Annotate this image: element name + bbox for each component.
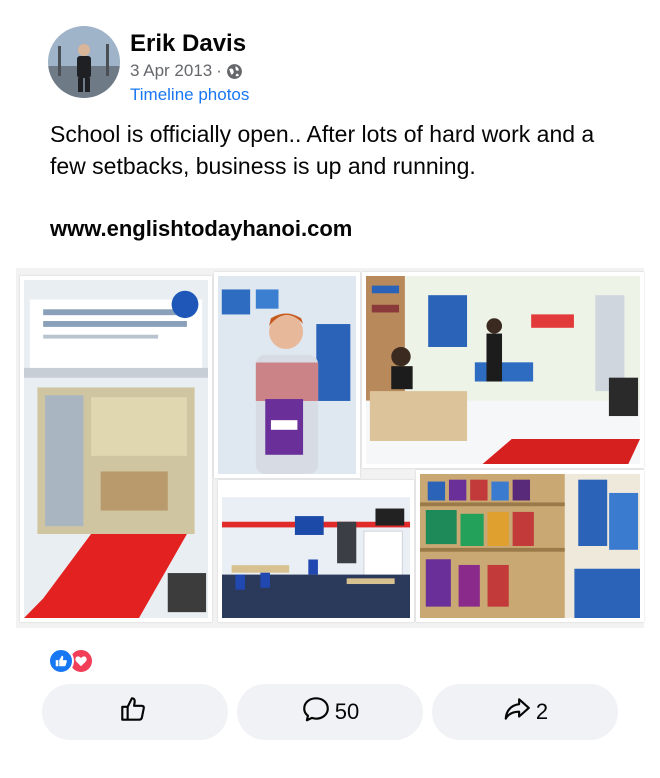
photo-school-entrance[interactable] <box>20 276 212 622</box>
post-meta: 3 Apr 2013 · <box>130 59 249 83</box>
photo-collage[interactable] <box>16 268 644 628</box>
share-icon <box>502 694 536 730</box>
comment-count: 50 <box>334 699 360 724</box>
like-button[interactable] <box>42 684 228 740</box>
author-name[interactable]: Erik Davis <box>130 29 249 59</box>
comment-button[interactable]: 50 <box>237 684 423 740</box>
photo-classroom[interactable] <box>218 480 414 622</box>
comment-icon <box>301 694 335 730</box>
thumbs-up-icon <box>118 694 152 730</box>
photo-reception[interactable] <box>362 272 644 468</box>
photo-student[interactable] <box>214 272 360 478</box>
share-button[interactable]: 2 <box>432 684 618 740</box>
reaction-summary[interactable] <box>48 648 94 674</box>
meta-separator: · <box>216 61 222 80</box>
post-text: School is officially open.. After lots o… <box>50 121 595 179</box>
post-header: Erik Davis 3 Apr 2013 · Timeline photos <box>48 26 249 107</box>
like-reaction-icon <box>48 648 74 674</box>
share-count: 2 <box>535 699 549 724</box>
photo-bookshelf[interactable] <box>416 470 644 622</box>
post-url[interactable]: www.englishtodayhanoi.com <box>50 216 352 242</box>
action-bar: 50 2 <box>42 684 618 740</box>
globe-icon <box>226 63 243 80</box>
album-link[interactable]: Timeline photos <box>130 83 249 107</box>
author-block: Erik Davis 3 Apr 2013 · Timeline photos <box>130 26 249 107</box>
avatar[interactable] <box>48 26 120 98</box>
post-date[interactable]: 3 Apr 2013 <box>130 59 212 83</box>
